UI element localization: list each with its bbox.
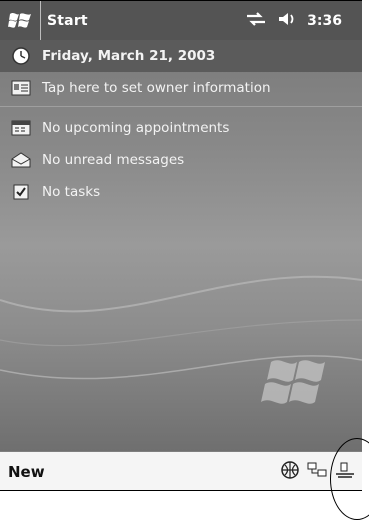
network-icon[interactable] [306, 460, 328, 484]
tasks-label: No tasks [42, 184, 101, 200]
owner-info-label: Tap here to set owner information [42, 80, 271, 96]
title-tray: 3:36 [245, 11, 342, 31]
today-owner-row[interactable]: Tap here to set owner information [0, 72, 362, 104]
pocketpc-screen: Start 3:36 Friday, March 21, 2003 Tap he… [0, 0, 362, 491]
appointments-label: No upcoming appointments [42, 120, 230, 136]
today-screen: Friday, March 21, 2003 Tap here to set o… [0, 40, 362, 451]
tasks-icon [10, 181, 32, 203]
owner-card-icon [10, 77, 32, 99]
clock-time[interactable]: 3:36 [307, 13, 342, 29]
app-title: Start [47, 12, 88, 29]
connectivity-icon[interactable] [245, 11, 267, 31]
today-appointments-row[interactable]: No upcoming appointments [0, 112, 362, 144]
command-bar: New [0, 451, 362, 490]
windows-flag-icon [0, 1, 41, 40]
calendar-icon [10, 117, 32, 139]
inbox-icon [10, 149, 32, 171]
new-button[interactable]: New [8, 463, 45, 481]
section-divider [0, 106, 362, 107]
windows-logo-watermark [261, 360, 325, 404]
clock-icon [10, 45, 32, 67]
messages-label: No unread messages [42, 152, 185, 168]
globe-icon[interactable] [280, 460, 300, 484]
date-label: Friday, March 21, 2003 [42, 48, 216, 64]
today-tasks-row[interactable]: No tasks [0, 176, 362, 208]
today-date-row[interactable]: Friday, March 21, 2003 [0, 40, 362, 72]
start-button[interactable]: Start [0, 1, 88, 40]
today-messages-row[interactable]: No unread messages [0, 144, 362, 176]
titlebar: Start 3:36 [0, 1, 362, 40]
speaker-icon[interactable] [277, 11, 297, 31]
